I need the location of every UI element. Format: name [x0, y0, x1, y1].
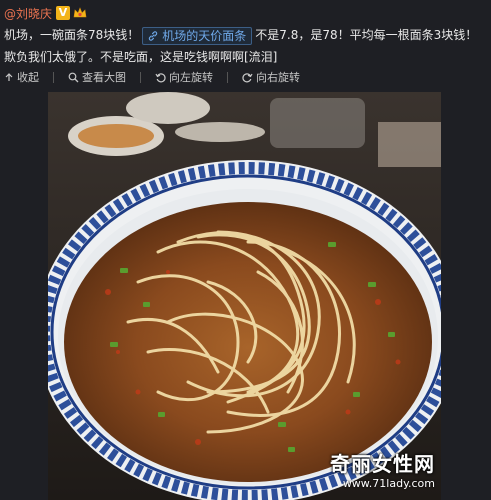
post-text-part-1: 机场，一碗面条78块钱！ [4, 28, 140, 42]
arrow-up-icon [5, 73, 13, 81]
watermark: 奇丽女性网 www.71lady.com [330, 448, 435, 490]
rotate-right-icon [242, 72, 253, 82]
toolbar-divider [140, 71, 141, 83]
image-toolbar: 收起 查看大图 向左旋转 向右旋转 [4, 68, 314, 86]
username-link[interactable]: @刘晓庆 [4, 5, 52, 22]
view-large-label: 查看大图 [82, 71, 126, 84]
watermark-url: www.71lady.com [342, 477, 435, 490]
topic-label: 机场的天价面条 [162, 28, 247, 43]
vip-crown-icon [73, 7, 87, 18]
rotate-right-label: 向右旋转 [256, 71, 300, 84]
magnifier-icon [68, 72, 79, 82]
noodle-bowl-image [48, 92, 441, 500]
post-photo[interactable]: 奇丽女性网 www.71lady.com [48, 92, 441, 500]
verified-badge-icon: V [56, 6, 71, 20]
collapse-button[interactable]: 收起 [4, 69, 39, 85]
post-content: 机场，一碗面条78块钱！ 机场的天价面条 不是7.8，是78！平均每一根面条3块钱！… [4, 24, 488, 68]
rotate-right-button[interactable]: 向右旋转 [242, 69, 300, 85]
rotate-left-label: 向左旋转 [169, 71, 213, 84]
collapse-label: 收起 [17, 71, 39, 84]
post-header: @刘晓庆 V [4, 3, 87, 23]
watermark-title: 奇丽女性网 [330, 452, 435, 476]
toolbar-divider [227, 71, 228, 83]
rotate-left-button[interactable]: 向左旋转 [155, 69, 213, 85]
topic-link[interactable]: 机场的天价面条 [142, 26, 253, 45]
link-icon [149, 30, 158, 41]
toolbar-divider [53, 71, 54, 83]
rotate-left-icon [155, 72, 166, 82]
view-large-button[interactable]: 查看大图 [68, 69, 126, 85]
